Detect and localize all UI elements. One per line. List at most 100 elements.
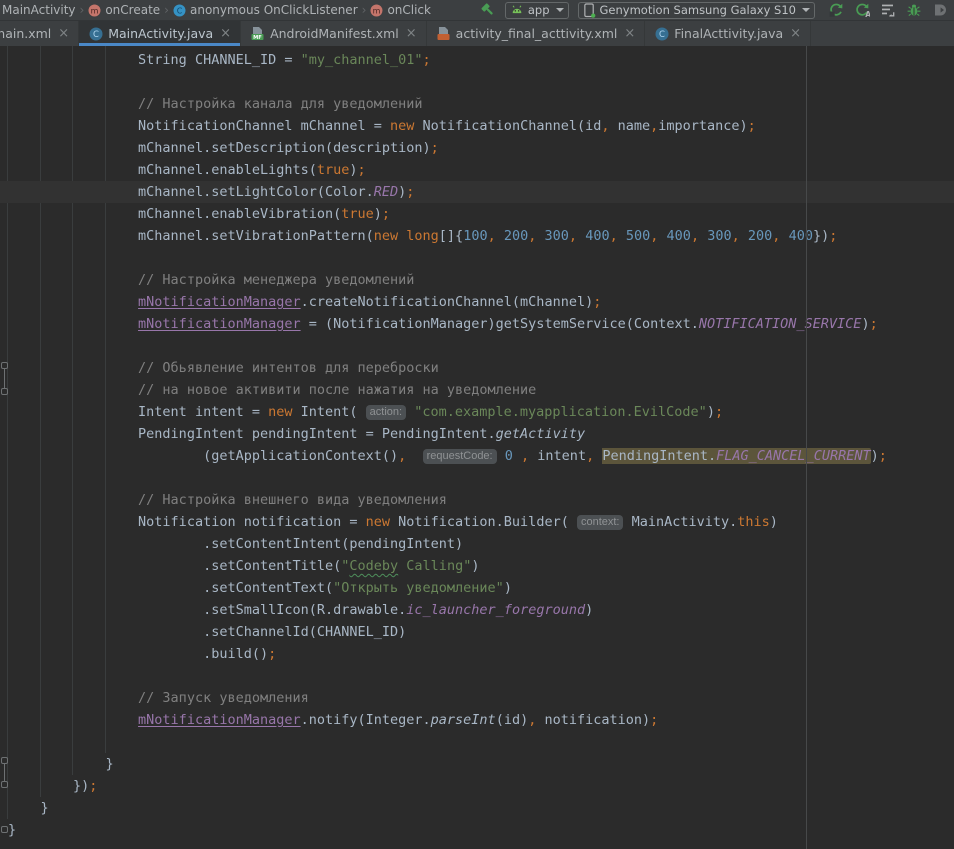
code-token: 500: [626, 228, 650, 244]
code-token: 200: [748, 228, 772, 244]
code-line-current: mChannel.setLightColor(Color.RED);: [0, 181, 954, 203]
code-token: Notification.Builder(: [390, 514, 577, 530]
close-icon[interactable]: ×: [58, 26, 69, 41]
editor-tab-bar: ity_main.xml×CMainActivity.java×MFAndroi…: [0, 21, 954, 46]
code-token: ): [871, 448, 879, 464]
code-token: .setChannelId(CHANNEL_ID): [203, 624, 406, 640]
svg-text:m: m: [373, 6, 381, 15]
code-token: [496, 228, 504, 244]
code-line: }: [0, 797, 954, 819]
fold-marker[interactable]: [1, 362, 8, 369]
code-token: this: [737, 514, 770, 530]
chevron-down-icon: [556, 8, 564, 12]
code-token: mNotificationManager: [138, 316, 301, 332]
code-token: mChannel.enableLights(: [138, 162, 317, 178]
code-token: ;: [829, 228, 837, 244]
code-token: parseInt: [431, 712, 496, 728]
code-line: // Настройка менеджера уведомлений: [0, 269, 954, 291]
code-token: }: [8, 822, 16, 838]
fold-marker[interactable]: [1, 781, 8, 788]
code-line: [0, 71, 954, 93]
fold-marker[interactable]: [1, 826, 8, 833]
code-line: mChannel.enableLights(true);: [0, 159, 954, 181]
code-token: mNotificationManager: [138, 294, 301, 310]
svg-text:A: A: [865, 10, 870, 18]
tab-ity-main-xml[interactable]: ity_main.xml×: [0, 21, 79, 46]
code-line: // Настройка внешнего вида уведомления: [0, 489, 954, 511]
code-token: ,: [691, 228, 699, 244]
code-token: ;: [715, 404, 723, 420]
toolbar-right: app Genymotion Samsung Galaxy S10 A: [480, 2, 948, 19]
code-token: [699, 228, 707, 244]
code-token: PendingIntent.: [602, 448, 716, 464]
code-token: }: [41, 800, 49, 816]
breadcrumb-item[interactable]: monClick: [370, 3, 431, 17]
breadcrumb-item[interactable]: Canonymous OnClickListener: [173, 3, 358, 17]
code-token: ;: [593, 294, 601, 310]
code-token: ,: [521, 448, 529, 464]
code-token: 400: [585, 228, 609, 244]
code-token: NotificationChannel(id: [414, 118, 601, 134]
build-hammer-icon[interactable]: [480, 2, 496, 18]
close-icon[interactable]: ×: [624, 26, 635, 41]
code-token: ): [349, 162, 357, 178]
code-token: 0: [505, 448, 513, 464]
code-line: [0, 335, 954, 357]
code-token: .notify(Integer.: [301, 712, 431, 728]
tab-androidmanifest-xml[interactable]: MFAndroidManifest.xml×: [241, 21, 427, 46]
breadcrumb-label: MainActivity: [2, 3, 76, 17]
tab-activity-final-acttivity-xml[interactable]: activity_final_acttivity.xml×: [427, 21, 646, 46]
fold-marker[interactable]: [1, 757, 8, 764]
breadcrumb-item[interactable]: monCreate: [88, 3, 160, 17]
code-token: // Запуск уведомления: [138, 690, 309, 706]
code-token: [406, 404, 414, 420]
code-token: Notification notification =: [138, 514, 366, 530]
run-configuration-dropdown[interactable]: app: [505, 2, 569, 19]
code-token: [780, 228, 788, 244]
code-token: ;: [650, 712, 658, 728]
parameter-hint: requestCode:: [423, 449, 497, 464]
code-token: intent: [529, 448, 586, 464]
code-token: 400: [789, 228, 813, 244]
code-line: mChannel.setVibrationPattern(new long[]{…: [0, 225, 954, 247]
code-token: .createNotificationChannel(mChannel): [301, 294, 594, 310]
close-icon[interactable]: ×: [406, 26, 417, 41]
rerun-app-icon[interactable]: [828, 2, 844, 18]
close-icon[interactable]: ×: [220, 26, 231, 41]
device-dropdown[interactable]: Genymotion Samsung Galaxy S10: [578, 2, 815, 19]
code-token: (getApplicationContext(): [203, 448, 398, 464]
right-margin-line: [806, 46, 807, 849]
tab-finalacttivity-java[interactable]: CFinalActtivity.java×: [645, 21, 811, 46]
code-line: [0, 731, 954, 753]
code-line: mNotificationManager.createNotificationC…: [0, 291, 954, 313]
code-token: // Обьявление интентов для переброски: [138, 360, 439, 376]
navigation-toolbar: MainActivity›monCreate›Canonymous OnClic…: [0, 0, 954, 21]
attach-debugger-icon[interactable]: [932, 2, 948, 18]
code-token: importance): [658, 118, 747, 134]
breadcrumb: MainActivity›monCreate›Canonymous OnClic…: [2, 3, 431, 17]
code-line: .setContentIntent(pendingIntent): [0, 533, 954, 555]
apply-changes-icon[interactable]: A: [854, 2, 870, 18]
profiler-icon[interactable]: [880, 2, 896, 18]
debug-icon[interactable]: [906, 2, 922, 18]
code-token: ,: [732, 228, 740, 244]
manifest-file-icon: MF: [250, 26, 265, 41]
close-icon[interactable]: ×: [790, 26, 801, 41]
fold-marker[interactable]: [1, 388, 8, 395]
code-line: // на новое активити после нажатия на ув…: [0, 379, 954, 401]
code-token: "com.example.myapplication.EvilCode": [414, 404, 707, 420]
code-editor[interactable]: String CHANNEL_ID = "my_channel_01"; // …: [0, 46, 954, 849]
code-token: mChannel.setLightColor(Color.: [138, 184, 374, 200]
svg-text:C: C: [177, 6, 183, 15]
tab-label: FinalActtivity.java: [674, 26, 783, 41]
code-token: [618, 228, 626, 244]
tab-mainactivity-java[interactable]: CMainActivity.java×: [79, 21, 241, 46]
breadcrumb-item[interactable]: MainActivity: [2, 3, 76, 17]
run-configuration-label: app: [528, 3, 550, 17]
device-label: Genymotion Samsung Galaxy S10: [600, 3, 796, 17]
code-token: ,: [569, 228, 577, 244]
code-area: String CHANNEL_ID = "my_channel_01"; // …: [0, 46, 954, 841]
breadcrumb-label: anonymous OnClickListener: [190, 3, 358, 17]
code-token: "Открыть уведомление": [333, 580, 504, 596]
code-token: MainActivity.: [623, 514, 737, 530]
